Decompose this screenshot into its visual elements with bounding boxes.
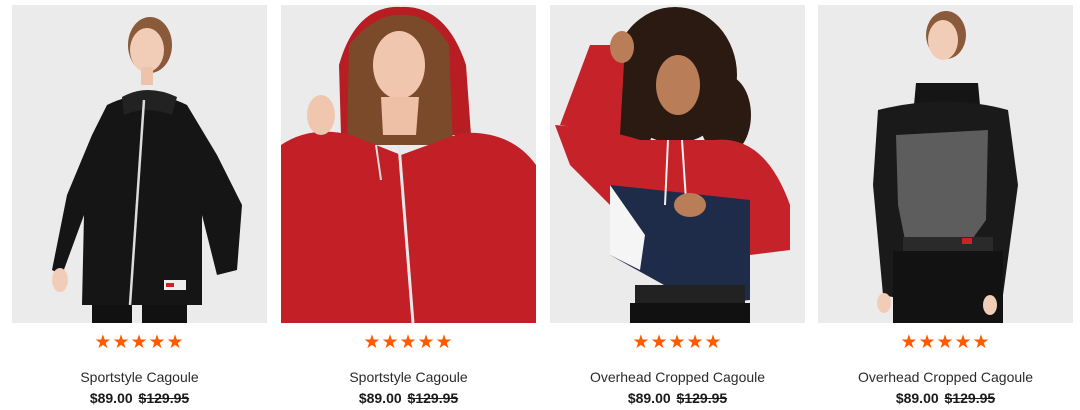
rating-stars: ★★★★★ <box>363 331 454 353</box>
product-image[interactable] <box>12 5 267 323</box>
rating-stars: ★★★★★ <box>900 331 991 353</box>
product-grid: ★★★★★ Sportstyle Cagoule $89.00 $129.95 <box>0 0 1080 410</box>
product-prices: $89.00 $129.95 <box>12 390 267 407</box>
product-name[interactable]: Overhead Cropped Cagoule <box>818 369 1073 386</box>
product-name[interactable]: Overhead Cropped Cagoule <box>550 369 805 386</box>
product-card[interactable]: ★★★★★ Sportstyle Cagoule $89.00 $129.95 <box>281 5 536 407</box>
sale-price: $89.00 <box>895 390 939 406</box>
red-navy-cropped-cagoule-photo-icon <box>550 5 805 323</box>
product-prices: $89.00 $129.95 <box>550 390 805 407</box>
sale-price: $89.00 <box>627 390 671 406</box>
product-prices: $89.00 $129.95 <box>818 390 1073 407</box>
sale-price: $89.00 <box>89 390 133 406</box>
red-cagoule-photo-icon <box>281 5 536 323</box>
sale-price: $89.00 <box>358 390 402 406</box>
product-card[interactable]: ★★★★★ Overhead Cropped Cagoule $89.00 $1… <box>818 5 1073 407</box>
product-card[interactable]: ★★★★★ Sportstyle Cagoule $89.00 $129.95 <box>12 5 267 407</box>
original-price: $129.95 <box>676 390 728 406</box>
product-image[interactable] <box>281 5 536 323</box>
black-grey-cropped-cagoule-photo-icon <box>818 5 1073 323</box>
original-price: $129.95 <box>944 390 996 406</box>
product-image[interactable] <box>550 5 805 323</box>
black-cagoule-photo-icon <box>12 5 267 323</box>
original-price: $129.95 <box>138 390 190 406</box>
original-price: $129.95 <box>407 390 459 406</box>
rating-stars: ★★★★★ <box>632 331 723 353</box>
product-name[interactable]: Sportstyle Cagoule <box>12 369 267 386</box>
rating-stars: ★★★★★ <box>94 331 185 353</box>
product-name[interactable]: Sportstyle Cagoule <box>281 369 536 386</box>
product-card[interactable]: ★★★★★ Overhead Cropped Cagoule $89.00 $1… <box>550 5 805 407</box>
product-prices: $89.00 $129.95 <box>281 390 536 407</box>
product-image[interactable] <box>818 5 1073 323</box>
